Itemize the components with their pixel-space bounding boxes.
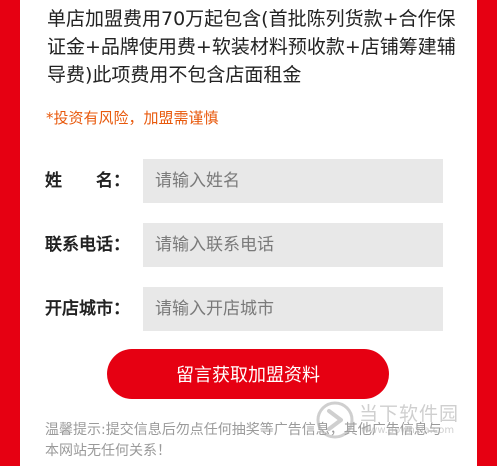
name-label: 姓 名： xyxy=(45,171,130,191)
site-watermark: 当下软件园 www.downxia.com xyxy=(315,398,475,444)
city-input[interactable] xyxy=(143,287,443,331)
phone-label: 联系电话： xyxy=(45,235,130,255)
city-field-row: 开店城市： xyxy=(20,287,477,331)
phone-field-row: 联系电话： xyxy=(20,223,477,267)
submit-button[interactable]: 留言获取加盟资料 xyxy=(107,349,389,399)
franchise-form-card: 单店加盟费用70万起包含(首批陈列货款+合作保证金+品牌使用费+软装材料预收款+… xyxy=(20,0,477,466)
watermark-logo-icon xyxy=(316,401,354,439)
phone-input[interactable] xyxy=(143,223,443,267)
watermark-name: 当下软件园 xyxy=(359,403,460,425)
name-field-row: 姓 名： xyxy=(20,159,477,203)
franchise-fee-description: 单店加盟费用70万起包含(首批陈列货款+合作保证金+品牌使用费+软装材料预收款+… xyxy=(47,8,456,86)
name-input[interactable] xyxy=(143,159,443,203)
city-label: 开店城市： xyxy=(45,299,130,319)
investment-risk-notice: *投资有风险，加盟需谨慎 xyxy=(46,109,219,127)
watermark-url: www.downxia.com xyxy=(361,425,455,436)
